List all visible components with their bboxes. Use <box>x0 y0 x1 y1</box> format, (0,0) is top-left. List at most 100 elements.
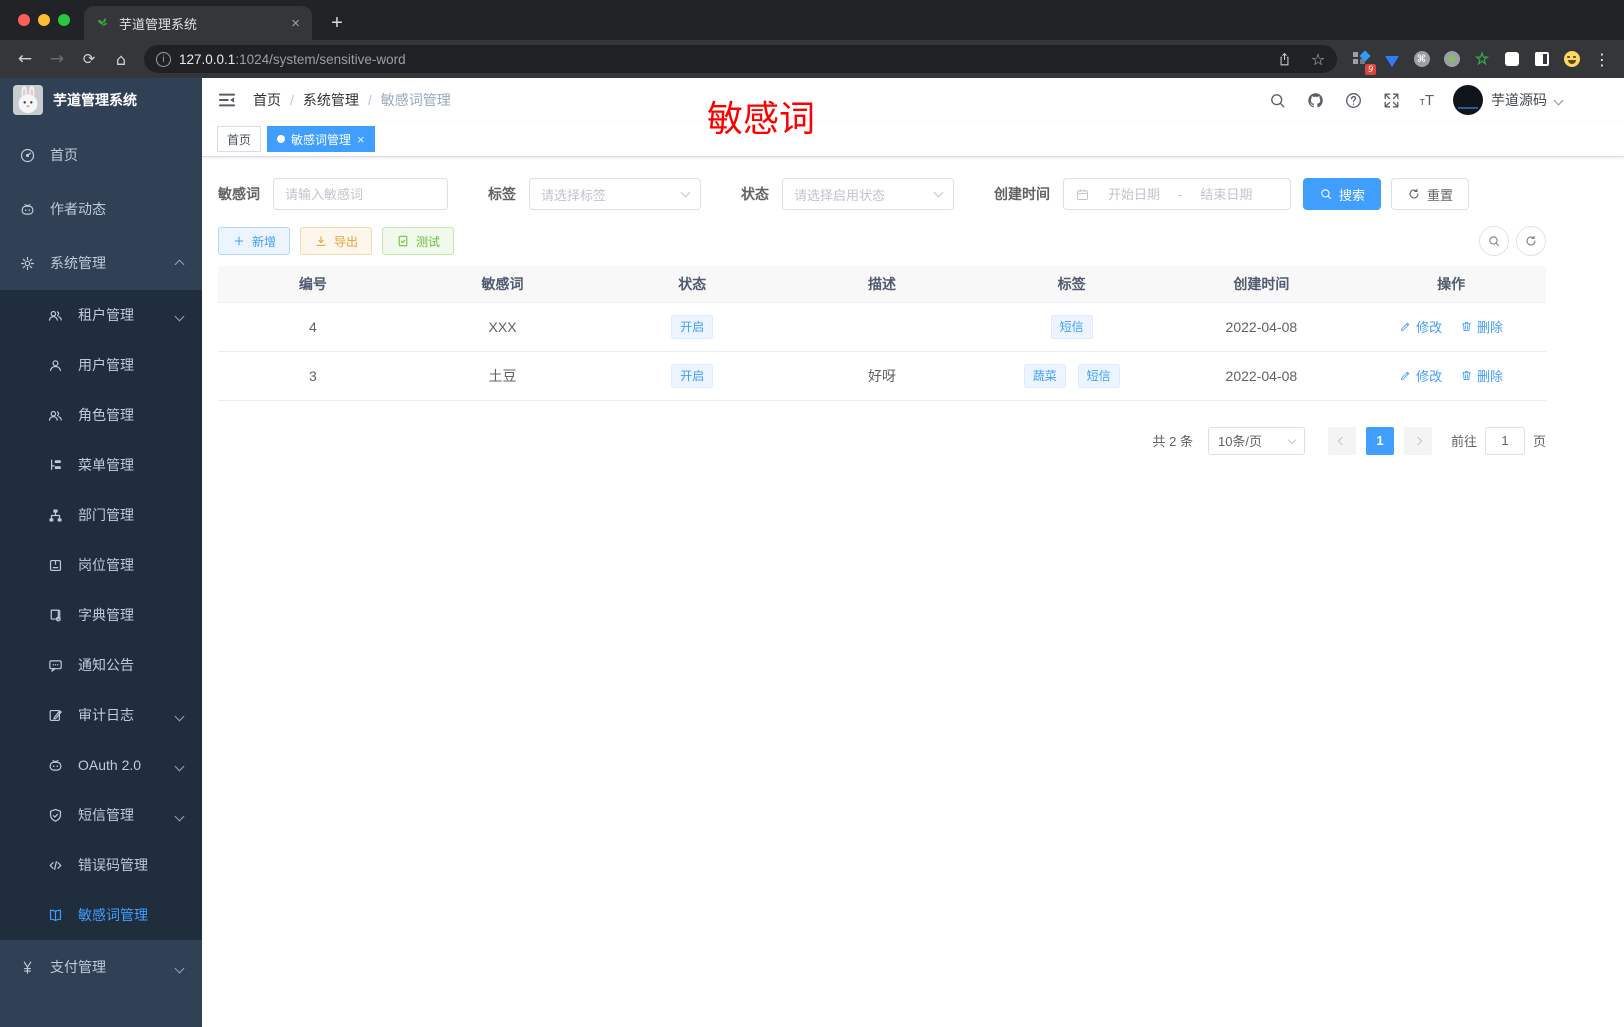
goto-page-input[interactable] <box>1484 426 1525 455</box>
chevron-down-icon <box>1553 91 1564 109</box>
sidebar-item-label: 敏感词管理 <box>78 907 148 923</box>
sidebar-logo[interactable]: 芋道管理系统 <box>0 78 202 122</box>
sidebar-item-system-mgmt[interactable]: 系统管理 <box>0 236 202 290</box>
breadcrumb-home[interactable]: 首页 <box>253 90 281 110</box>
tag-badge: 短信 <box>1077 363 1120 388</box>
reload-icon[interactable]: ⟳ <box>74 44 104 74</box>
shield-check-icon <box>47 807 64 824</box>
date-end-input[interactable] <box>1189 186 1264 202</box>
top-navbar: 首页 / 系统管理 / 敏感词管理 тT 芋道源码 <box>202 78 1624 122</box>
extension-badge: 9 <box>1364 63 1376 75</box>
sidebar-item-author-news[interactable]: 作者动态 <box>0 182 202 236</box>
tag-badge: 蔬菜 <box>1023 363 1066 388</box>
forward-icon[interactable]: → <box>42 44 72 74</box>
home-icon[interactable]: ⌂ <box>106 44 136 74</box>
document-check-icon <box>396 234 410 248</box>
tab-favicon-plant-icon <box>97 18 108 29</box>
close-icon[interactable]: × <box>357 132 365 147</box>
address-bar[interactable]: i 127.0.0.1:1024/system/sensitive-word ☆ <box>144 45 1337 73</box>
sidebar-item-user-mgmt[interactable]: 用户管理 <box>0 340 202 390</box>
search-icon[interactable] <box>1268 91 1287 110</box>
tab-close-icon[interactable]: × <box>291 15 300 32</box>
next-page-button[interactable] <box>1403 426 1432 455</box>
sidebar-item-notice[interactable]: 通知公告 <box>0 640 202 690</box>
tag-label: 标签 <box>488 186 516 202</box>
fullscreen-icon[interactable] <box>1382 91 1401 110</box>
sidebar-item-payment-mgmt[interactable]: 支付管理 <box>0 940 202 994</box>
sidebar-item-error-code[interactable]: 错误码管理 <box>0 840 202 890</box>
user-icon <box>47 357 64 374</box>
side-panel-icon[interactable] <box>1533 51 1550 68</box>
share-icon[interactable] <box>1271 46 1297 72</box>
test-button[interactable]: 测试 <box>382 227 455 255</box>
help-icon[interactable] <box>1344 91 1363 110</box>
sidebar-item-menu-mgmt[interactable]: 菜单管理 <box>0 440 202 490</box>
status-select[interactable]: 请选择启用状态 <box>782 178 954 210</box>
cell-description: 好呀 <box>787 351 977 401</box>
site-info-icon[interactable]: i <box>156 51 171 67</box>
delete-link[interactable]: 删除 <box>1460 366 1503 385</box>
extension-puzzle-icon[interactable] <box>1503 51 1520 68</box>
page-content: 敏感词 标签 请选择标签 状态 请选择启用状态 <box>202 157 1624 1027</box>
sidebar-item-sms-mgmt[interactable]: 短信管理 <box>0 790 202 840</box>
cell-word: XXX <box>407 302 598 352</box>
back-icon[interactable]: ← <box>10 44 40 74</box>
sidebar-item-tenant-mgmt[interactable]: 租户管理 <box>0 290 202 340</box>
export-button[interactable]: 导出 <box>300 227 373 255</box>
refresh-table-button[interactable] <box>1516 226 1546 256</box>
github-icon[interactable] <box>1306 91 1325 110</box>
prev-page-button[interactable] <box>1327 426 1356 455</box>
edit-link[interactable]: 修改 <box>1399 366 1442 385</box>
extension-record-icon[interactable] <box>1443 51 1460 68</box>
sidebar-item-sensitive-word[interactable]: 敏感词管理 <box>0 890 202 940</box>
sidebar-item-dept-mgmt[interactable]: 部门管理 <box>0 490 202 540</box>
edit-link[interactable]: 修改 <box>1399 317 1442 336</box>
add-button[interactable]: 新增 <box>218 227 291 255</box>
new-tab-button[interactable]: + <box>322 8 352 38</box>
browser-tab[interactable]: 芋道管理系统 × <box>84 6 312 40</box>
tab-sensitive-word[interactable]: 敏感词管理 × <box>267 126 375 152</box>
extension-command-icon[interactable]: ⌘ <box>1413 51 1430 68</box>
reset-button[interactable]: 重置 <box>1391 178 1470 210</box>
window-close-button[interactable] <box>18 14 30 26</box>
search-button[interactable]: 搜索 <box>1303 178 1382 210</box>
date-range-picker[interactable]: - <box>1063 178 1291 210</box>
sidebar-item-audit-log[interactable]: 审计日志 <box>0 690 202 740</box>
sidebar-item-post-mgmt[interactable]: 岗位管理 <box>0 540 202 590</box>
username: 芋道源码 <box>1491 92 1547 108</box>
cell-word: 土豆 <box>407 351 598 401</box>
url-text[interactable]: 127.0.0.1:1024/system/sensitive-word <box>179 52 1263 67</box>
window-maximize-button[interactable] <box>58 14 70 26</box>
keyword-input-wrap <box>273 178 448 210</box>
user-menu[interactable]: 芋道源码 <box>1453 85 1564 115</box>
breadcrumb: 首页 / 系统管理 / 敏感词管理 <box>253 90 451 110</box>
profile-avatar-icon[interactable] <box>1563 51 1580 68</box>
extension-star-icon[interactable] <box>1473 51 1490 68</box>
sidebar-item-oauth[interactable]: OAuth 2.0 <box>0 740 202 790</box>
total-count: 共 2 条 <box>1152 434 1193 449</box>
col-status: 状态 <box>597 266 788 303</box>
bookmark-star-icon[interactable]: ☆ <box>1305 46 1331 72</box>
tag-select[interactable]: 请选择标签 <box>529 178 701 210</box>
col-id: 编号 <box>218 266 408 303</box>
keyword-input[interactable] <box>285 186 435 202</box>
sidebar-item-role-mgmt[interactable]: 角色管理 <box>0 390 202 440</box>
cell-created: 2022-04-08 <box>1166 302 1357 352</box>
toggle-search-button[interactable] <box>1479 226 1509 256</box>
sidebar-item-dict-mgmt[interactable]: 字典管理 <box>0 590 202 640</box>
delete-link[interactable]: 删除 <box>1460 317 1503 336</box>
user-avatar[interactable] <box>1453 85 1483 115</box>
date-start-input[interactable] <box>1097 186 1171 202</box>
extension-grid-icon[interactable]: 9 <box>1353 49 1376 75</box>
current-page-button[interactable]: 1 <box>1365 426 1394 455</box>
browser-menu-icon[interactable]: ⋮ <box>1590 50 1614 69</box>
sidebar-collapse-icon[interactable] <box>217 90 237 110</box>
page-size-select[interactable]: 10条/页 <box>1207 426 1305 455</box>
sidebar-item-home[interactable]: 首页 <box>0 128 202 182</box>
window-minimize-button[interactable] <box>38 14 50 26</box>
tab-home[interactable]: 首页 <box>217 126 262 152</box>
font-size-icon[interactable]: тT <box>1420 92 1434 109</box>
extension-funnel-icon[interactable] <box>1383 51 1400 68</box>
breadcrumb-current: 敏感词管理 <box>380 92 451 108</box>
breadcrumb-system[interactable]: 系统管理 <box>303 90 359 110</box>
